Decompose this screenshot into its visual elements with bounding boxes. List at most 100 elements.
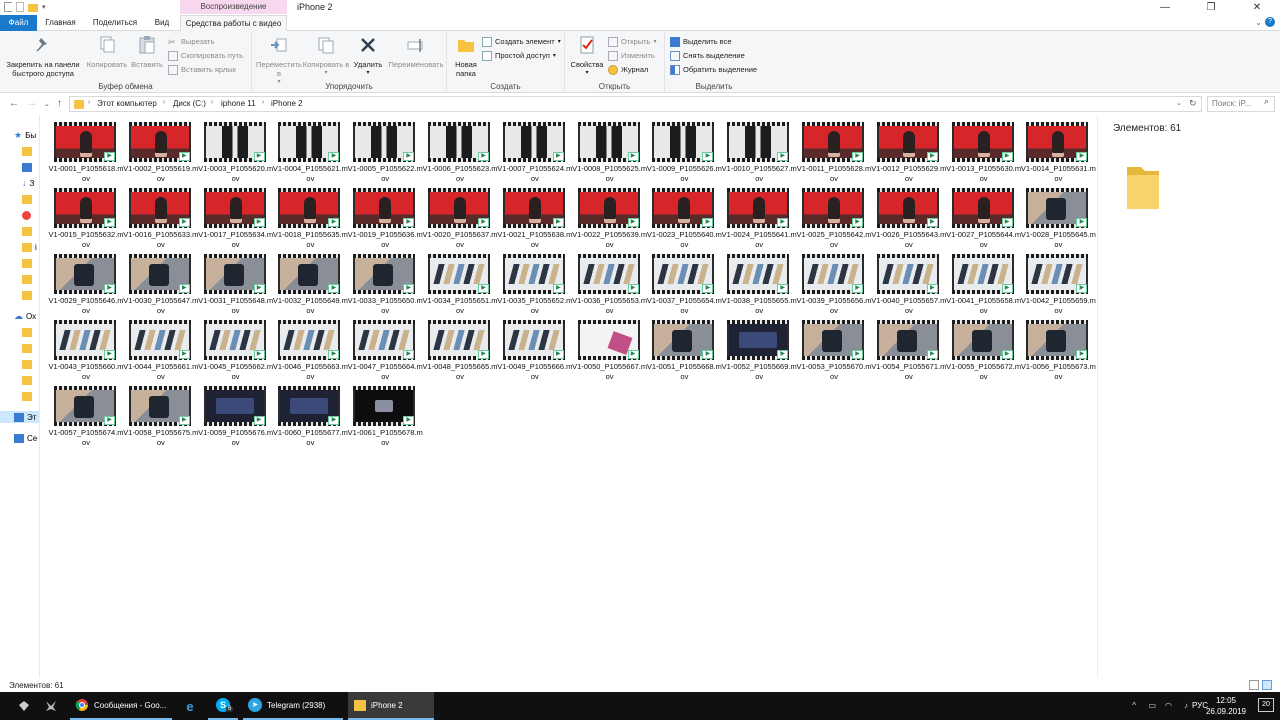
help-icon[interactable]: ?: [1265, 17, 1275, 27]
file-item[interactable]: ▶ V1-0017_P1055634.mov: [197, 188, 273, 250]
file-item[interactable]: ▶ V1-0024_P1055641.mov: [720, 188, 797, 250]
file-item[interactable]: ▶ V1-0011_P1055628.mov: [795, 122, 871, 184]
wifi-icon[interactable]: ◠: [1165, 701, 1172, 710]
file-item[interactable]: ▶ V1-0058_P1055675.mov: [122, 386, 198, 448]
start-button[interactable]: [12, 692, 36, 720]
file-item[interactable]: ▶ V1-0050_P1055667.mov: [571, 320, 647, 382]
task-view-button[interactable]: [40, 692, 62, 720]
file-item[interactable]: ▶ V1-0031_P1055648.mov: [197, 254, 273, 316]
tray-overflow-arrow[interactable]: ^: [1132, 701, 1136, 710]
taskbar-skype[interactable]: S 6: [208, 692, 238, 720]
close-button[interactable]: ✕: [1234, 0, 1280, 16]
file-item[interactable]: ▶ V1-0055_P1055672.mov: [945, 320, 1021, 382]
file-item[interactable]: ▶ V1-0056_P1055673.mov: [1019, 320, 1096, 382]
file-item[interactable]: ▶ V1-0004_P1055621.mov: [271, 122, 348, 184]
select-all-button[interactable]: Выделить все: [670, 36, 732, 48]
file-item[interactable]: ▶ V1-0059_P1055676.mov: [197, 386, 273, 448]
select-none-button[interactable]: Снять выделение: [670, 50, 745, 62]
paste-button[interactable]: Вставить: [129, 35, 165, 69]
copy-path-button[interactable]: Скопировать путь: [168, 50, 243, 62]
file-item[interactable]: ▶ V1-0037_P1055654.mov: [645, 254, 722, 316]
nav-item[interactable]: [22, 289, 32, 301]
file-item[interactable]: ▶ V1-0048_P1055665.mov: [421, 320, 498, 382]
file-item[interactable]: ▶ V1-0016_P1055633.mov: [122, 188, 198, 250]
clock[interactable]: 12:05 26.09.2019: [1206, 695, 1246, 717]
search-icon[interactable]: ⌕: [1264, 96, 1269, 107]
chevron-down-icon[interactable]: ▾: [42, 3, 46, 11]
nav-item[interactable]: [22, 358, 32, 370]
file-item[interactable]: ▶ V1-0060_P1055677.mov: [271, 386, 348, 448]
file-item[interactable]: ▶ V1-0009_P1055626.mov: [645, 122, 722, 184]
breadcrumb-disk-c[interactable]: Диск (C:): [173, 99, 206, 108]
details-view-icon[interactable]: [1249, 680, 1259, 690]
file-item[interactable]: ▶ V1-0014_P1055631.mov: [1019, 122, 1096, 184]
nav-quick-access[interactable]: ★ Бы: [14, 129, 36, 141]
tab-home[interactable]: Главная: [37, 15, 84, 31]
file-item[interactable]: ▶ V1-0003_P1055620.mov: [197, 122, 273, 184]
history-button[interactable]: Журнал: [608, 64, 648, 76]
tab-view[interactable]: Вид: [146, 15, 178, 31]
file-item[interactable]: ▶ V1-0038_P1055655.mov: [720, 254, 797, 316]
file-item[interactable]: ▶ V1-0026_P1055643.mov: [870, 188, 946, 250]
file-item[interactable]: ▶ V1-0001_P1055618.mov: [47, 122, 124, 184]
pin-quick-access-button[interactable]: Закрепить на панели быстрого доступа: [3, 35, 83, 78]
nav-item[interactable]: [22, 257, 32, 269]
folder-icon[interactable]: [4, 2, 12, 12]
nav-item[interactable]: [22, 326, 32, 338]
file-item[interactable]: ▶ V1-0053_P1055670.mov: [795, 320, 872, 382]
nav-downloads[interactable]: ↓ З: [22, 177, 34, 189]
paste-shortcut-button[interactable]: Вставить ярлык: [168, 64, 236, 76]
nav-item[interactable]: [22, 342, 32, 354]
breadcrumb-this-pc[interactable]: Этот компьютер: [97, 99, 157, 108]
file-item[interactable]: ▶ V1-0034_P1055651.mov: [421, 254, 498, 316]
easy-access-button[interactable]: Простой доступ ▾: [482, 50, 556, 62]
invert-selection-button[interactable]: Обратить выделение: [670, 64, 757, 76]
file-item[interactable]: ▶ V1-0013_P1055630.mov: [945, 122, 1021, 184]
file-item[interactable]: ▶ V1-0006_P1055623.mov: [421, 122, 498, 184]
file-item[interactable]: ▶ V1-0044_P1055661.mov: [122, 320, 198, 382]
nav-item[interactable]: [22, 161, 32, 173]
file-item[interactable]: ▶ V1-0039_P1055656.mov: [795, 254, 872, 316]
nav-item[interactable]: [22, 145, 32, 157]
nav-item[interactable]: [22, 374, 32, 386]
file-item[interactable]: ▶ V1-0025_P1055642.mov: [795, 188, 872, 250]
file-item[interactable]: ▶ V1-0035_P1055652.mov: [496, 254, 572, 316]
file-item[interactable]: ▶ V1-0040_P1055657.mov: [870, 254, 946, 316]
file-item[interactable]: ▶ V1-0045_P1055662.mov: [197, 320, 273, 382]
breadcrumb-chevron-icon[interactable]: ›: [211, 99, 213, 106]
file-item[interactable]: ▶ V1-0005_P1055622.mov: [346, 122, 423, 184]
refresh-icon[interactable]: ↻: [1189, 98, 1197, 109]
file-item[interactable]: ▶ V1-0008_P1055625.mov: [571, 122, 647, 184]
nav-item[interactable]: [22, 390, 32, 402]
nav-item[interactable]: [22, 209, 31, 221]
file-item[interactable]: ▶ V1-0020_P1055637.mov: [421, 188, 498, 250]
file-item[interactable]: ▶ V1-0032_P1055649.mov: [271, 254, 348, 316]
move-to-button[interactable]: Переместить в ▾: [254, 35, 304, 87]
notification-center-button[interactable]: 20: [1258, 698, 1274, 712]
chevron-down-icon[interactable]: ⌄: [44, 100, 50, 108]
file-item[interactable]: ▶ V1-0022_P1055639.mov: [571, 188, 647, 250]
delete-button[interactable]: Удалить ▾: [350, 35, 386, 78]
file-item[interactable]: ▶ V1-0043_P1055660.mov: [47, 320, 124, 382]
nav-item[interactable]: [22, 225, 32, 237]
file-item[interactable]: ▶ V1-0041_P1055658.mov: [945, 254, 1021, 316]
file-item[interactable]: ▶ V1-0018_P1055635.mov: [271, 188, 348, 250]
tab-file[interactable]: Файл: [0, 15, 37, 31]
edit-button[interactable]: Изменить: [608, 50, 655, 62]
properties-button[interactable]: Свойства ▾: [568, 35, 606, 78]
file-item[interactable]: ▶ V1-0029_P1055646.mov: [47, 254, 124, 316]
chevron-down-icon[interactable]: ⌄: [1255, 18, 1262, 27]
battery-icon[interactable]: ▭: [1148, 701, 1156, 710]
nav-item[interactable]: [22, 273, 32, 285]
file-item[interactable]: ▶ V1-0012_P1055629.mov: [870, 122, 946, 184]
breadcrumb-chevron-icon[interactable]: ›: [88, 99, 90, 106]
tab-video-tools[interactable]: Средства работы с видео: [180, 15, 287, 31]
file-item[interactable]: ▶ V1-0028_P1055645.mov: [1019, 188, 1096, 250]
nav-item[interactable]: i: [22, 241, 37, 253]
chevron-down-icon[interactable]: ⌄: [1176, 99, 1182, 107]
file-item[interactable]: ▶ V1-0036_P1055653.mov: [571, 254, 647, 316]
nav-item[interactable]: [22, 193, 32, 205]
maximize-button[interactable]: ❐: [1188, 0, 1234, 16]
open-button[interactable]: Открыть ▾: [608, 36, 656, 48]
new-folder-icon[interactable]: [28, 3, 38, 12]
